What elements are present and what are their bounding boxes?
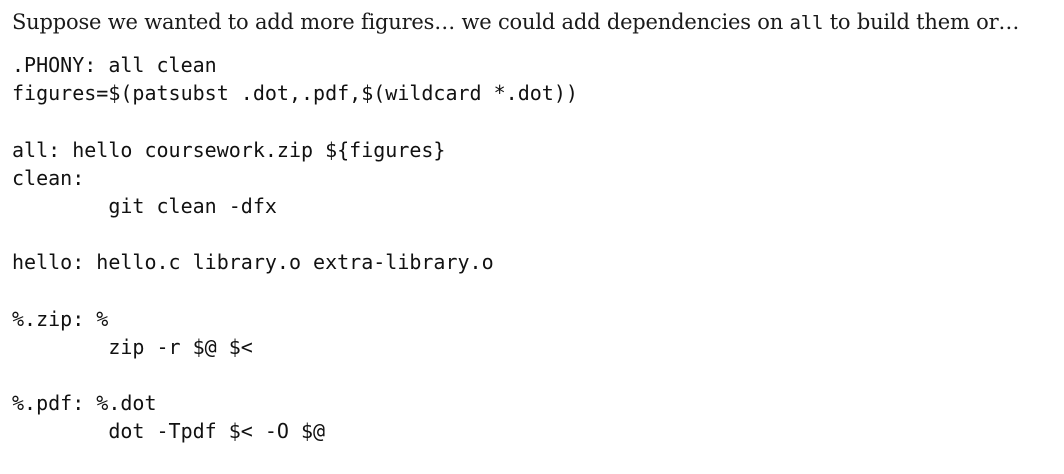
intro-paragraph: Suppose we wanted to add more figures… w…	[12, 6, 1052, 39]
code-line: %.zip: %	[12, 306, 109, 331]
code-line: git clean -dfx	[12, 193, 277, 218]
code-line: hello: hello.c library.o extra-library.o	[12, 250, 494, 275]
code-line: zip -r $@ $<	[12, 334, 253, 359]
code-line: all: hello coursework.zip ${figures}	[12, 137, 446, 162]
code-line: figures=$(patsubst .dot,.pdf,$(wildcard …	[12, 81, 578, 106]
code-line: clean:	[12, 165, 85, 190]
code-line: %.pdf: %.dot	[12, 391, 157, 416]
intro-inline-code: all	[789, 12, 824, 34]
page: Suppose we wanted to add more figures… w…	[0, 0, 1064, 474]
code-line: .PHONY: all clean	[12, 53, 217, 77]
makefile-code-block: .PHONY: all clean figures=$(patsubst .dot…	[12, 51, 1052, 446]
code-line: dot -Tpdf $< -O $@	[12, 419, 326, 444]
intro-text-after: to build them or…	[823, 10, 1020, 34]
intro-text-before: Suppose we wanted to add more figures… w…	[12, 10, 790, 34]
